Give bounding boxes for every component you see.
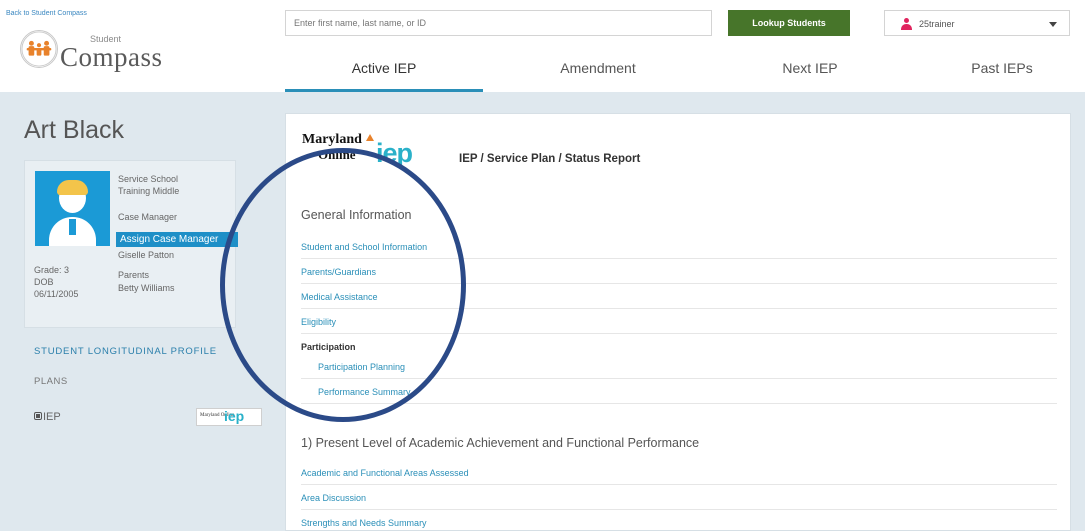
logo-online-text: Online [318, 147, 356, 162]
section-link-label[interactable]: Participation Planning [318, 362, 405, 372]
general-information-heading: General Information [301, 208, 412, 222]
parents-value: Betty Williams [118, 283, 175, 293]
section-link-label[interactable]: Parents/Guardians [301, 267, 376, 277]
service-school-label: Service School [118, 174, 179, 184]
parents-label: Parents [118, 270, 150, 280]
expand-toggle-icon [34, 412, 42, 420]
section-link[interactable]: Area Discussion [301, 485, 1057, 510]
back-to-student-compass-link[interactable]: Back to Student Compass [6, 10, 87, 17]
logo-title: Compass [60, 42, 163, 72]
section-link-label[interactable]: Medical Assistance [301, 292, 378, 302]
maryland-online-iep-logo: Maryland Online iep [302, 132, 442, 172]
assign-case-manager-button[interactable]: Assign Case Manager [116, 232, 238, 247]
section-link-label[interactable]: Academic and Functional Areas Assessed [301, 468, 469, 478]
iep-document-panel: Maryland Online iep IEP / Service Plan /… [285, 113, 1071, 531]
tab-amendment[interactable]: Amendment [493, 58, 703, 92]
tab-past-ieps[interactable]: Past IEPs [917, 58, 1085, 92]
service-school-value: Training Middle [118, 186, 180, 196]
app-header: Back to Student Compass Student Compass … [0, 0, 1085, 92]
lookup-students-button[interactable]: Lookup Students [728, 10, 850, 36]
present-level-heading: 1) Present Level of Academic Achievement… [301, 436, 700, 450]
student-compass-logo[interactable]: Student Compass [20, 26, 200, 76]
active-tab-indicator [285, 89, 483, 92]
dob-label: DOB [34, 277, 54, 287]
student-search-input[interactable] [286, 11, 711, 35]
section-link[interactable]: Academic and Functional Areas Assessed [301, 460, 1057, 485]
section-link[interactable]: Medical Assistance [301, 284, 1057, 309]
section-link-label[interactable]: Area Discussion [301, 493, 366, 503]
family-logo-icon [20, 30, 58, 68]
tab-active-iep[interactable]: Active IEP [285, 58, 483, 92]
section-link[interactable]: Parents/Guardians [301, 259, 1057, 284]
section-link-label[interactable]: Performance Summary [318, 387, 411, 397]
user-name: 25trainer [919, 19, 955, 29]
tab-next-iep[interactable]: Next IEP [705, 58, 915, 92]
section-link-label[interactable]: Eligibility [301, 317, 336, 327]
section-link[interactable]: Student and School Information [301, 234, 1057, 259]
document-title: IEP / Service Plan / Status Report [459, 153, 641, 165]
student-avatar-icon [35, 171, 110, 246]
section-link-label[interactable]: Strengths and Needs Summary [301, 518, 427, 528]
user-icon [901, 18, 912, 30]
dob-value: 06/11/2005 [34, 289, 79, 299]
section-link[interactable]: Participation Planning [301, 354, 1057, 379]
section-link[interactable]: Eligibility [301, 309, 1057, 334]
section-link-label[interactable]: Student and School Information [301, 242, 427, 252]
logo-arrow-icon [366, 134, 374, 141]
maryland-online-iep-small-logo[interactable]: Maryland Online iep [196, 408, 262, 426]
student-longitudinal-profile-link[interactable]: STUDENT LONGITUDINAL PROFILE [34, 346, 217, 357]
student-grade: Grade: 3 [34, 265, 70, 275]
student-search-box[interactable] [285, 10, 712, 36]
student-name: Art Black [24, 116, 125, 144]
iep-tabs: Active IEP Amendment Next IEP Past IEPs [285, 58, 1085, 92]
section-link[interactable]: Strengths and Needs Summary [301, 510, 1057, 531]
iep-plan-label: IEP [43, 411, 61, 423]
plans-heading: PLANS [34, 376, 68, 387]
logo-maryland-text: Maryland [302, 132, 362, 147]
case-manager-value: Giselle Patton [118, 250, 175, 260]
small-logo-iep: iep [224, 408, 245, 424]
logo-iep-text: iep [376, 138, 413, 168]
iep-plan-toggle[interactable]: IEP [34, 411, 61, 423]
participation-label: Participation [301, 342, 356, 352]
case-manager-label: Case Manager [118, 212, 178, 222]
section-link[interactable]: Performance Summary [301, 379, 1057, 404]
user-dropdown[interactable]: 25trainer [884, 10, 1070, 36]
caret-down-icon [1049, 22, 1057, 27]
